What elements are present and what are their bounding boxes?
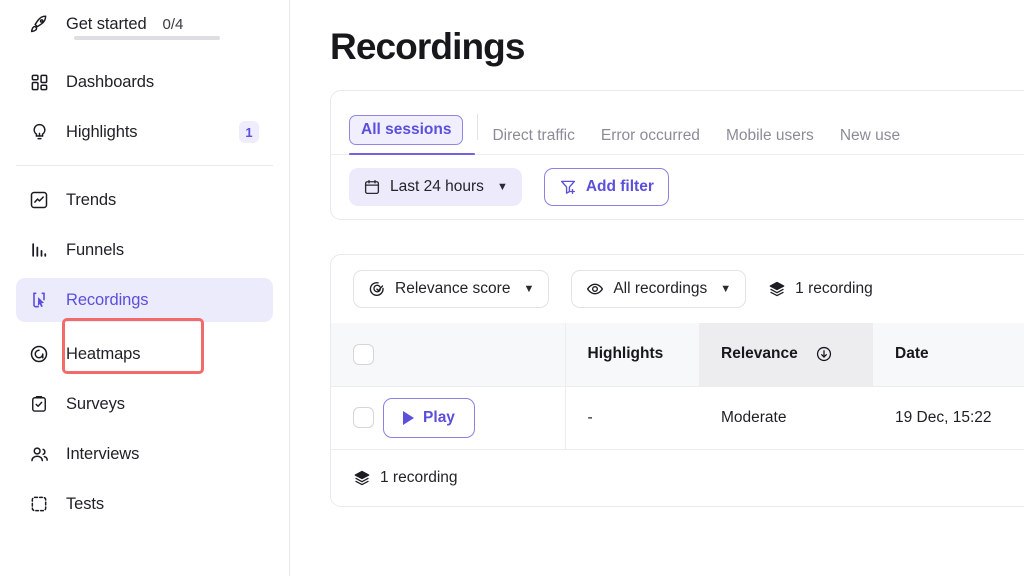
tab-direct-traffic[interactable]: Direct traffic [492,127,574,154]
highlights-badge: 1 [239,121,259,143]
sidebar-item-label: Dashboards [66,72,154,91]
chevron-down-icon: ▼ [720,283,732,295]
sidebar-item-heatmaps[interactable]: Heatmaps [16,332,273,376]
recordings-card: Relevance score ▼ All recordings ▼ 1 rec… [330,254,1024,507]
sidebar-item-label: Surveys [66,394,125,413]
clipboard-check-icon [28,393,50,415]
play-triangle-icon [403,410,415,425]
sidebar-item-label: Recordings [66,290,149,309]
sidebar-item-highlights[interactable]: Highlights 1 [16,110,273,154]
table-header-row: Highlights Relevance Date [331,323,1024,386]
sidebar-item-dashboards[interactable]: Dashboards [16,60,273,104]
tab-error-occurred[interactable]: Error occurred [601,127,700,154]
filter-bar: Last 24 hours ▼ Add filter [331,155,1024,219]
recordings-cursor-icon [28,289,50,311]
table-row[interactable]: Play - Moderate 19 Dec, 15:22 [331,386,1024,449]
sidebar-item-surveys[interactable]: Surveys [16,382,273,426]
tab-new-users[interactable]: New use [840,127,900,154]
filter-plus-icon [559,178,577,196]
tab-mobile-users[interactable]: Mobile users [726,127,814,154]
relevance-target-icon [368,280,386,298]
date-column-header[interactable]: Date [873,323,1024,386]
sidebar-item-label: Funnels [66,240,125,259]
main-content: Recordings All sessions Direct traffic E… [290,0,1024,576]
date-range-label: Last 24 hours [390,178,484,195]
sidebar-item-label: Heatmaps [66,344,141,363]
layers-icon [353,469,371,487]
row-select-cell [331,386,383,449]
relevance-column-label: Relevance [721,345,798,363]
sidebar-divider [16,165,273,166]
sidebar-item-label: Highlights [66,122,138,141]
people-icon [28,443,50,465]
funnels-bars-icon [28,239,50,261]
tab-all-sessions[interactable]: All sessions [349,115,464,145]
sidebar-item-trends[interactable]: Trends [16,178,273,222]
calendar-icon [363,178,381,196]
select-all-header [331,323,383,386]
tabs-bar: All sessions Direct traffic Error occurr… [331,91,1024,155]
select-all-checkbox[interactable] [353,343,374,365]
sidebar-item-interviews[interactable]: Interviews [16,432,273,476]
table-footer-label: 1 recording [380,468,458,486]
play-button[interactable]: Play [383,397,475,438]
heatmap-icon [28,343,50,365]
table-header: Highlights Relevance Date [331,323,1024,386]
row-relevance-cell: Moderate [721,408,787,426]
sidebar-item-label: Get started [66,14,147,33]
sort-by-label: Relevance score [395,280,511,297]
sort-by-selector[interactable]: Relevance score ▼ [353,270,550,308]
dashboard-grid-icon [28,71,50,93]
add-filter-label: Add filter [585,178,654,195]
row-date-cell: 19 Dec, 15:22 [895,408,992,426]
play-column-header [383,323,566,386]
get-started-progress-bar [74,36,220,40]
trends-chart-icon [28,189,50,211]
app-root: Get started 0/4 Dashboards Highlights 1 … [0,0,1024,576]
sidebar-item-tests[interactable]: Tests [16,482,273,526]
row-checkbox[interactable] [353,407,374,428]
row-play-cell: Play [383,386,566,449]
eye-icon [586,280,604,298]
sidebar-item-label: Tests [66,494,105,513]
layers-icon [768,280,786,298]
recordings-view-label: All recordings [613,280,708,297]
date-range-selector[interactable]: Last 24 hours ▼ [349,168,522,206]
chevron-down-icon: ▼ [523,283,535,295]
recordings-count: 1 recording [768,280,873,298]
sidebar-item-label: Interviews [66,444,140,463]
relevance-column-header[interactable]: Relevance [699,323,873,386]
highlights-column-header[interactable]: Highlights [565,323,699,386]
page-title: Recordings [330,26,525,67]
rocket-icon [28,13,50,35]
recordings-view-selector[interactable]: All recordings ▼ [571,270,747,308]
chevron-down-icon: ▼ [496,181,508,193]
sidebar-item-label: Trends [66,190,117,209]
play-button-label: Play [423,408,455,426]
recordings-count-label: 1 recording [795,280,873,297]
sidebar: Get started 0/4 Dashboards Highlights 1 … [0,0,290,576]
table-body: Play - Moderate 19 Dec, 15:22 [331,386,1024,449]
active-tab-underline [349,152,475,155]
tests-icon [28,493,50,515]
row-highlights-cell: - [587,408,593,426]
tab-separator [477,114,479,140]
recordings-toolbar: Relevance score ▼ All recordings ▼ 1 rec… [331,255,1024,323]
recordings-table: Highlights Relevance Date Play - Moderat… [331,323,1024,450]
get-started-count: 0/4 [162,15,184,33]
table-footer: 1 recording [331,450,1024,506]
lightbulb-icon [28,121,50,143]
sort-desc-circle-icon[interactable] [815,345,833,363]
sidebar-item-funnels[interactable]: Funnels [16,228,273,272]
sidebar-item-recordings[interactable]: Recordings [16,278,273,322]
filters-card: All sessions Direct traffic Error occurr… [330,90,1024,220]
add-filter-button[interactable]: Add filter [543,168,669,206]
